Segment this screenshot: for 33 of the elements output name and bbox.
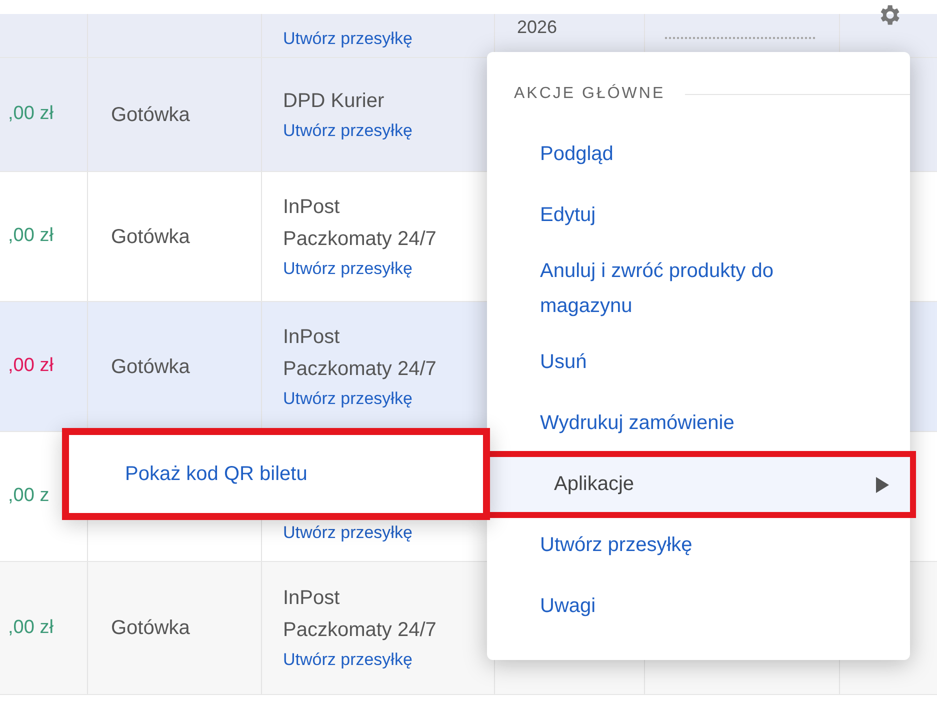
- carrier-text: Paczkomaty 24/7: [283, 226, 436, 252]
- payment-text: Gotówka: [111, 102, 190, 128]
- carrier-text: Paczkomaty 24/7: [283, 356, 436, 382]
- menu-item[interactable]: Podgląd: [487, 124, 910, 185]
- create-shipment-link[interactable]: Utwórz przesyłkę: [283, 254, 412, 282]
- create-shipment-link[interactable]: Utwórz przesyłkę: [283, 384, 412, 412]
- payment-text: Gotówka: [111, 616, 190, 641]
- amount-text: ,00 zł: [8, 616, 54, 640]
- create-shipment-link[interactable]: Utwórz przesyłkę: [283, 25, 412, 53]
- carrier-text: DPD Kurier: [283, 88, 386, 114]
- menu-item[interactable]: Uwagi: [487, 576, 910, 637]
- caret-icon: [875, 476, 889, 492]
- carrier-text: Paczkomaty 24/7: [283, 618, 436, 643]
- carrier-text: InPost: [283, 194, 341, 220]
- payment-text: Gotówka: [111, 354, 190, 380]
- menu-heading: AKCJE GŁÓWNE: [514, 83, 666, 104]
- amount-text: ,00 zł: [8, 354, 54, 378]
- carrier-text: InPost: [283, 586, 341, 611]
- payment-text: Gotówka: [111, 224, 190, 250]
- menu-item[interactable]: Anuluj i zwróć produkty do magazynu: [487, 246, 910, 332]
- carrier-text: InPost: [283, 324, 341, 350]
- create-shipment-link[interactable]: Utwórz przesyłkę: [283, 519, 412, 547]
- menu-item[interactable]: Edytuj: [487, 185, 910, 246]
- amount-text: ,00 zł: [8, 102, 54, 126]
- submenu-option[interactable]: Pokaż kod QR biletu: [62, 428, 490, 520]
- menu-item[interactable]: Wydrukuj zamówienie: [487, 393, 910, 454]
- menu-item[interactable]: Utwórz przesyłkę: [487, 515, 910, 576]
- date-text: 2026: [517, 16, 558, 39]
- amount-text: ,00 z: [8, 484, 50, 508]
- menu-item[interactable]: Usuń: [487, 332, 910, 393]
- amount-text: ,00 zł: [8, 224, 54, 248]
- create-shipment-link[interactable]: Utwórz przesyłkę: [283, 116, 412, 144]
- create-shipment-link[interactable]: Utwórz przesyłkę: [283, 646, 412, 674]
